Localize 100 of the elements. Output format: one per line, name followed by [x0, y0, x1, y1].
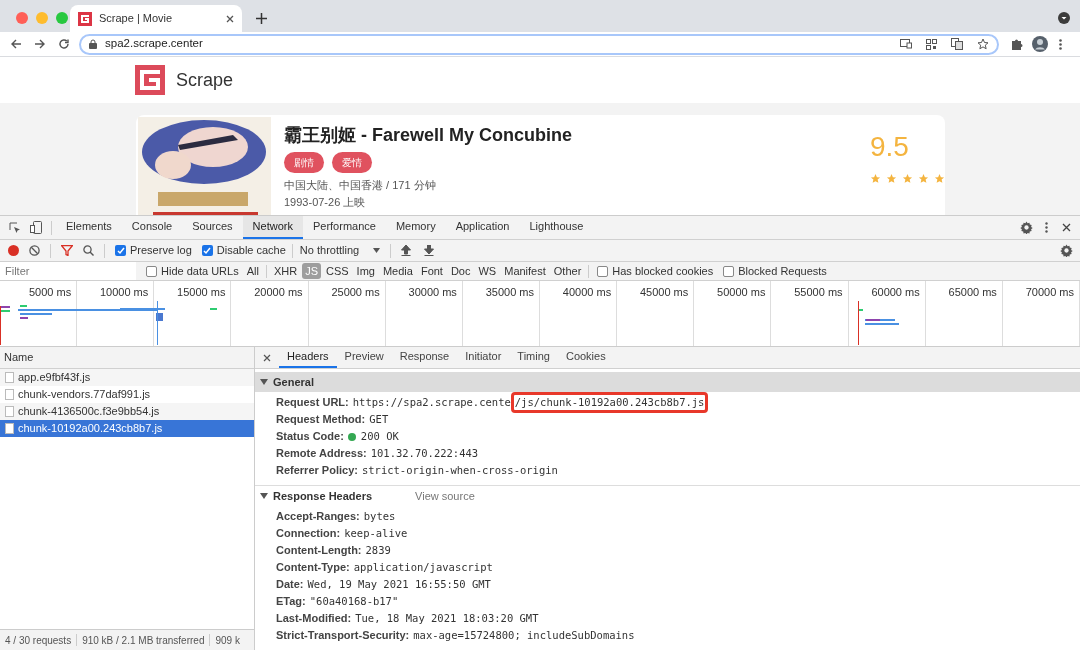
close-icon[interactable]	[263, 353, 271, 362]
movie-title[interactable]: 霸王别姬 - Farewell My Concubine	[284, 124, 735, 146]
cast-icon[interactable]	[900, 39, 912, 49]
type-filter[interactable]: CSS	[322, 262, 352, 280]
detail-tab[interactable]: Preview	[336, 347, 392, 368]
header-value: Tue, 18 May 2021 18:03:20 GMT	[355, 610, 539, 626]
type-filter[interactable]: WS	[475, 262, 500, 280]
disclosure-triangle[interactable]	[260, 379, 268, 385]
type-filter[interactable]: Doc	[447, 262, 474, 280]
detail-tab[interactable]: Cookies	[557, 347, 614, 368]
settings-icon[interactable]	[1060, 244, 1073, 257]
devtools-tab[interactable]: Console	[121, 216, 183, 239]
tick-label: 20000 ms	[254, 285, 303, 300]
record-button[interactable]	[8, 245, 19, 256]
type-filter[interactable]: Font	[417, 262, 446, 280]
file-icon	[5, 372, 14, 383]
checkbox-label[interactable]: Hide data URLs	[161, 262, 239, 280]
tab-title: Scrape | Movie	[99, 11, 174, 27]
status-text: 910 kB / 2.1 MB transferred	[82, 633, 205, 648]
filter-icon[interactable]	[61, 245, 73, 256]
type-filter[interactable]: All	[243, 262, 262, 280]
request-row[interactable]: chunk-10192a00.243cb8b7.js	[0, 420, 254, 437]
avatar-icon[interactable]	[1032, 36, 1048, 52]
release-date: 1993-07-26 上映	[284, 195, 367, 209]
clear-icon[interactable]	[29, 245, 40, 256]
checkbox-label[interactable]: Blocked Requests	[738, 262, 827, 280]
star-icon	[934, 173, 945, 184]
throttling-dropdown[interactable]: No throttling	[299, 242, 380, 259]
checkbox-label[interactable]: Has blocked cookies	[612, 262, 714, 280]
header-name: ETag:	[276, 594, 306, 610]
header-name: Content-Type:	[276, 560, 350, 576]
inspect-icon[interactable]	[9, 221, 21, 234]
column-header[interactable]: Name	[4, 349, 34, 366]
type-filter[interactable]: Manifest	[501, 262, 549, 280]
tick-label: 10000 ms	[99, 285, 149, 300]
devtools-tab[interactable]: Performance	[302, 216, 386, 239]
checkbox[interactable]	[723, 265, 735, 277]
close-icon[interactable]	[226, 14, 234, 23]
checkbox[interactable]	[201, 245, 213, 256]
tab-search-icon[interactable]	[1058, 12, 1070, 24]
tick-label: 55000 ms	[794, 285, 843, 300]
reload-icon[interactable]	[58, 38, 70, 50]
type-filter[interactable]: XHR	[270, 262, 301, 280]
download-icon[interactable]	[423, 245, 434, 256]
site-logo-text[interactable]: Scrape	[176, 66, 234, 94]
disclosure-triangle[interactable]	[260, 493, 268, 499]
header-name: Request Method:	[276, 412, 366, 428]
checkbox[interactable]	[115, 245, 126, 256]
forward-icon[interactable]	[34, 38, 46, 50]
devtools-tab[interactable]: Sources	[182, 216, 243, 239]
browser-tab[interactable]: Scrape | Movie	[70, 5, 242, 32]
status-text: 4 / 30 requests	[5, 633, 72, 648]
section-title[interactable]: Response Headers	[273, 487, 373, 505]
type-filter[interactable]: Img	[353, 262, 378, 280]
header-name: Referrer Policy:	[276, 463, 358, 479]
header-value: 200 OK	[360, 428, 399, 444]
back-icon[interactable]	[10, 38, 22, 50]
puzzle-icon[interactable]	[1011, 38, 1023, 50]
tick-label: 5000 ms	[28, 285, 72, 300]
star-icon[interactable]	[977, 38, 989, 50]
devtools-tab[interactable]: Lighthouse	[519, 216, 594, 239]
translate-icon[interactable]	[951, 38, 963, 50]
search-icon[interactable]	[83, 245, 94, 256]
menu-icon[interactable]	[1059, 38, 1062, 50]
upload-icon[interactable]	[400, 245, 411, 256]
close-icon[interactable]	[1062, 223, 1071, 232]
header-name: Connection:	[276, 526, 341, 542]
header-name: Request URL:	[276, 395, 349, 411]
device-toolbar-icon[interactable]	[30, 221, 42, 234]
star-icon	[918, 173, 929, 184]
view-source-link[interactable]: View source	[415, 487, 475, 505]
tick-label: 60000 ms	[871, 285, 920, 300]
category-tag[interactable]: 爱情	[332, 152, 372, 173]
filter-field[interactable]: Filter	[0, 262, 136, 280]
devtools-tab[interactable]: Elements	[56, 216, 122, 239]
address-bar[interactable]: spa2.scrape.center	[79, 33, 999, 55]
logo-icon	[78, 11, 92, 26]
section-title[interactable]: General	[273, 373, 314, 391]
type-filter[interactable]: Other	[550, 262, 585, 280]
devtools-tab[interactable]: Network	[242, 216, 303, 239]
checkbox[interactable]	[597, 265, 609, 277]
devtools-tab[interactable]: Application	[445, 216, 520, 239]
checkbox-label[interactable]: Preserve log	[130, 242, 192, 259]
category-tag[interactable]: 剧情	[284, 152, 324, 173]
checkbox[interactable]	[146, 265, 157, 277]
more-icon[interactable]	[1045, 222, 1048, 233]
settings-icon[interactable]	[1020, 221, 1033, 234]
header-value: bytes	[363, 508, 396, 524]
detail-tab[interactable]: Headers	[279, 347, 337, 368]
detail-tab[interactable]: Initiator	[457, 347, 510, 368]
qr-code-icon[interactable]	[926, 38, 937, 50]
devtools-tab[interactable]: Memory	[385, 216, 446, 239]
checkbox-label[interactable]: Disable cache	[216, 242, 286, 259]
request-row[interactable]: chunk-4136500c.f3e9bb54.js	[0, 403, 254, 420]
request-row[interactable]: app.e9fbf43f.js	[0, 369, 254, 386]
detail-tab[interactable]: Timing	[509, 347, 558, 368]
type-filter[interactable]: Media	[379, 262, 416, 280]
new-tab-icon[interactable]	[256, 13, 267, 24]
header-name: Last-Modified:	[276, 611, 352, 627]
detail-tab[interactable]: Response	[391, 347, 458, 368]
